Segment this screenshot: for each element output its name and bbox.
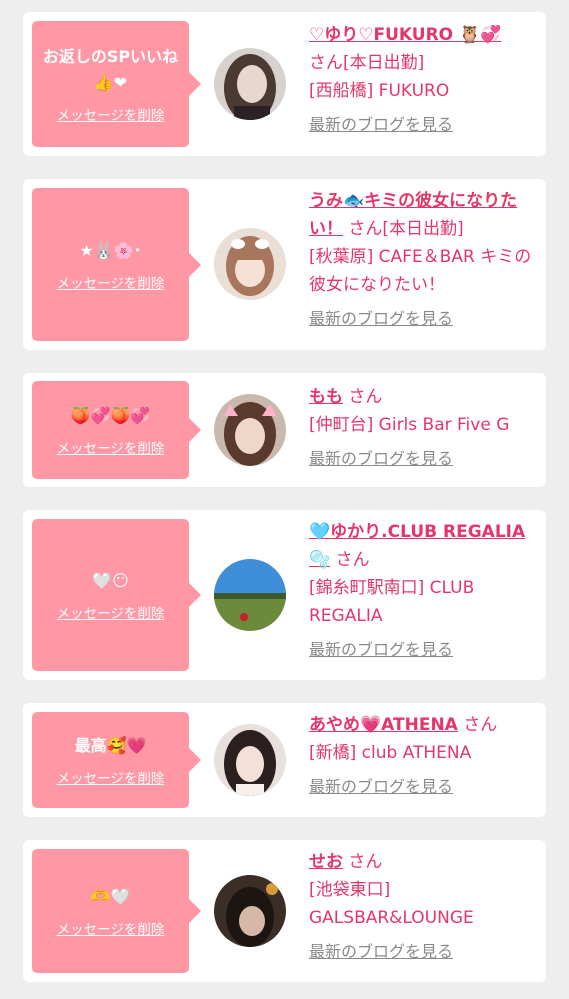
message-text: 🤍😶: [86, 568, 135, 594]
honorific-label: さん: [335, 550, 370, 570]
avatar[interactable]: [214, 48, 286, 120]
message-text: 最高🥰💗: [74, 736, 147, 755]
message-text: 🍑💞🍑💞: [65, 403, 157, 429]
shop-label: [秋葉原] CAFE＆BAR キミの彼女になりたい！: [309, 247, 532, 295]
latest-blog-link[interactable]: 最新のブログを見る: [309, 773, 453, 801]
heart-hands-icon: 🫶🤍: [90, 887, 131, 906]
list-item: 🤍😶 メッセージを削除 🩵ゆかり.CLUB REGALIA🫧 さん [錦糸町駅南…: [23, 510, 546, 680]
delete-message-link[interactable]: メッセージを削除: [57, 918, 165, 938]
cast-info: もも さん [仲町台] Girls Bar Five G 最新のブログを見る: [309, 383, 535, 473]
avatar-girl-cat-filter-icon: [214, 394, 286, 466]
message-bubble: 🍑💞🍑💞 メッセージを削除: [32, 381, 201, 479]
attendance-status: [本日出勤]: [382, 219, 464, 239]
message-bubble: お返しのSPいいね 👍❤ メッセージを削除: [32, 21, 201, 147]
avatar[interactable]: [214, 394, 286, 466]
avatar[interactable]: [214, 875, 286, 947]
delete-message-link[interactable]: メッセージを削除: [57, 602, 165, 622]
bubbles-icon: 🫧: [309, 550, 331, 570]
delete-message-link[interactable]: メッセージを削除: [57, 104, 165, 124]
bunny-flower-icon: 🐰🌸･: [93, 240, 142, 260]
latest-blog-link[interactable]: 最新のブログを見る: [309, 111, 453, 139]
light-blue-heart-icon: 🩵: [309, 522, 331, 542]
shop-label: [錦糸町駅南口] CLUB REGALIA: [309, 578, 475, 626]
peach-heart-icon: 🍑💞🍑💞: [70, 406, 151, 425]
message-bubble: 🫶🤍 メッセージを削除: [32, 849, 201, 973]
cast-info: あやめ💗ATHENA さん [新橋] club ATHENA 最新のブログを見る: [309, 711, 535, 801]
favorite-list: お返しのSPいいね 👍❤ メッセージを削除 ♡ゆり♡FUKURO 🦉💞 さん[本…: [0, 0, 569, 999]
avatar[interactable]: [214, 559, 286, 631]
thumbs-up-heart-icon: 👍❤: [93, 73, 128, 92]
cast-info: ♡ゆり♡FUKURO 🦉💞 さん[本日出勤] [西船橋] FUKURO 最新のブ…: [309, 21, 535, 139]
shop-label: [池袋東口] GALSBAR&LOUNGE: [309, 880, 474, 928]
message-text: お返しのSPいいね 👍❤: [42, 47, 179, 92]
list-item: 🫶🤍 メッセージを削除 せお さん [池袋東口] GALSBAR&LOUNGE …: [23, 840, 546, 982]
white-heart-icon: 🤍😶: [92, 571, 129, 590]
cast-info: 🩵ゆかり.CLUB REGALIA🫧 さん [錦糸町駅南口] CLUB REGA…: [309, 518, 535, 664]
shop-label: [新橋] club ATHENA: [309, 743, 472, 763]
shop-label: [西船橋] FUKURO: [309, 81, 450, 101]
avatar-girl-bangs-icon: [214, 228, 286, 300]
cast-name-link[interactable]: ♡ゆり♡FUKURO 🦉💞: [309, 25, 501, 45]
message-bubble: 🤍😶 メッセージを削除: [32, 519, 201, 671]
message-text: ★🐰🌸･: [79, 240, 142, 260]
honorific-label: さん: [348, 387, 383, 407]
latest-blog-link[interactable]: 最新のブログを見る: [309, 938, 453, 966]
attendance-status: [本日出勤]: [343, 53, 425, 73]
honorific-label: さん: [348, 219, 383, 239]
honorific-label: さん: [309, 53, 343, 73]
avatar-woman-long-hair-icon: [214, 48, 286, 120]
honorific-label: さん: [348, 852, 383, 872]
honorific-label: さん: [463, 715, 498, 735]
list-item: 🍑💞🍑💞 メッセージを削除 もも さん [仲町台] Girls Bar Five…: [23, 373, 546, 487]
message-text: 🫶🤍: [85, 884, 137, 910]
delete-message-link[interactable]: メッセージを削除: [57, 272, 165, 292]
latest-blog-link[interactable]: 最新のブログを見る: [309, 305, 453, 333]
delete-message-link[interactable]: メッセージを削除: [57, 437, 165, 457]
latest-blog-link[interactable]: 最新のブログを見る: [309, 445, 453, 473]
owl-hearts-icon: 🦉💞: [459, 25, 502, 45]
avatar-girl-dark-hair-icon: [214, 724, 286, 796]
shop-label: [仲町台] Girls Bar Five G: [309, 415, 510, 435]
message-bubble: ★🐰🌸･ メッセージを削除: [32, 188, 201, 341]
delete-message-link[interactable]: メッセージを削除: [57, 767, 165, 787]
avatar-park-landscape-icon: [214, 559, 286, 631]
message-bubble: 最高🥰💗 メッセージを削除: [32, 712, 201, 808]
latest-blog-link[interactable]: 最新のブログを見る: [309, 636, 453, 664]
avatar-girl-dark-photo-icon: [214, 875, 286, 947]
avatar[interactable]: [214, 228, 286, 300]
list-item: ★🐰🌸･ メッセージを削除 うみ🐟キミの彼女になりたい！ さん[本日出勤] [秋…: [23, 179, 546, 350]
list-item: お返しのSPいいね 👍❤ メッセージを削除 ♡ゆり♡FUKURO 🦉💞 さん[本…: [23, 12, 546, 156]
cast-name-link[interactable]: もも: [309, 387, 343, 407]
cast-info: せお さん [池袋東口] GALSBAR&LOUNGE 最新のブログを見る: [309, 848, 535, 966]
smiling-hearts-icon: 🥰💗: [106, 736, 147, 755]
cast-name-link[interactable]: せお: [309, 852, 343, 872]
list-item: 最高🥰💗 メッセージを削除 あやめ💗ATHENA さん [新橋] club AT…: [23, 703, 546, 817]
cast-name-link[interactable]: あやめ💗ATHENA: [309, 715, 458, 735]
avatar[interactable]: [214, 724, 286, 796]
cast-info: うみ🐟キミの彼女になりたい！ さん[本日出勤] [秋葉原] CAFE＆BAR キ…: [309, 187, 535, 333]
